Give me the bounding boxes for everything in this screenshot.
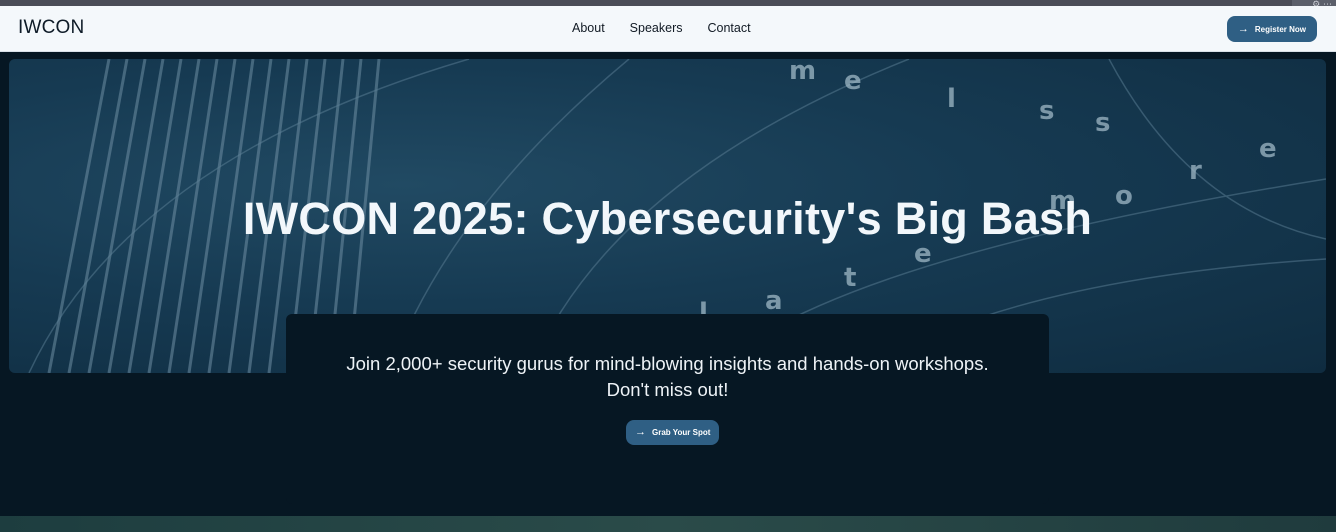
hero-title: IWCON 2025: Cybersecurity's Big Bash [242, 193, 1093, 244]
svg-text:a: a [765, 286, 783, 316]
arrow-right-icon: → [635, 426, 646, 438]
main-nav: About Speakers Contact [572, 21, 751, 35]
svg-text:s: s [1095, 108, 1110, 138]
nav-link-speakers[interactable]: Speakers [630, 21, 683, 35]
hero-subtitle: Join 2,000+ security gurus for mind-blow… [286, 351, 1049, 403]
next-section-preview [0, 516, 1336, 532]
svg-text:m: m [789, 59, 816, 86]
grab-your-spot-button[interactable]: → Grab Your Spot [626, 420, 720, 445]
hero-subtitle-line-2: Don't miss out! [606, 379, 729, 400]
svg-text:r: r [1189, 156, 1202, 186]
svg-text:e: e [844, 66, 862, 96]
hero-section: m e l s s e r o m e t a l IWCON 2025: Cy… [0, 52, 1336, 516]
register-now-label: Register Now [1254, 24, 1306, 34]
hero-info-panel: Join 2,000+ security gurus for mind-blow… [286, 314, 1049, 504]
hero-subtitle-line-1: Join 2,000+ security gurus for mind-blow… [346, 353, 989, 374]
svg-text:l: l [947, 84, 956, 114]
arrow-right-icon: → [1237, 22, 1249, 35]
site-brand-logo[interactable]: IWCON [18, 17, 84, 39]
grab-your-spot-label: Grab Your Spot [652, 428, 711, 437]
svg-text:e: e [1259, 134, 1277, 164]
site-navbar: IWCON About Speakers Contact → Register … [0, 6, 1336, 52]
nav-link-about[interactable]: About [572, 21, 605, 35]
register-now-button[interactable]: → Register Now [1226, 16, 1317, 42]
svg-text:t: t [844, 263, 856, 293]
nav-link-contact[interactable]: Contact [707, 21, 750, 35]
svg-text:s: s [1039, 96, 1054, 126]
